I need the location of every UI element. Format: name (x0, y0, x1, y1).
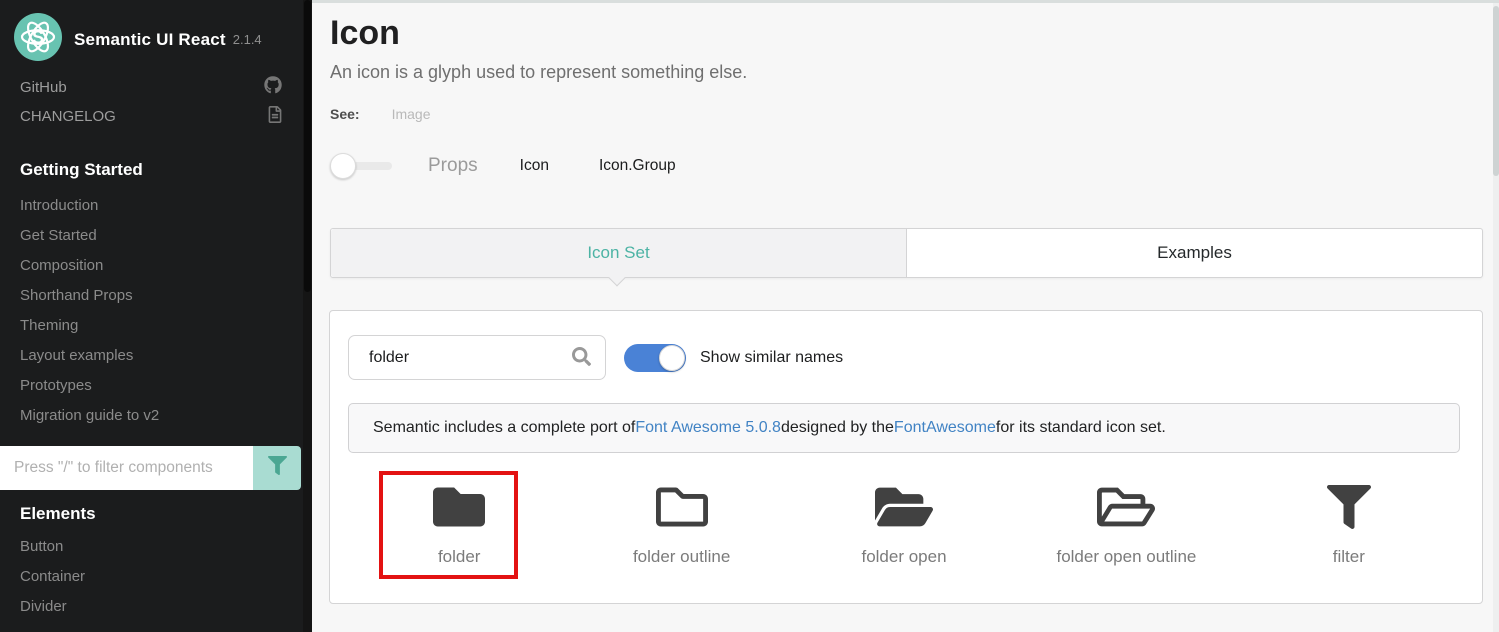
sidebar-item-divider[interactable]: Divider (20, 598, 67, 615)
sidebar-section-getting-started: Getting Started (20, 160, 143, 180)
component-menu-icon[interactable]: Icon (520, 157, 549, 175)
sidebar-item-button[interactable]: Button (20, 538, 63, 555)
sidebar-item-shorthand-props[interactable]: Shorthand Props (20, 287, 133, 304)
props-toggle[interactable] (330, 152, 394, 180)
search-icon (572, 347, 591, 371)
vertical-scrollbar[interactable] (1493, 3, 1499, 632)
show-similar-names-label: Show similar names (700, 349, 843, 367)
sidebar-item-prototypes[interactable]: Prototypes (20, 377, 92, 394)
component-menu-icon-group[interactable]: Icon.Group (599, 157, 676, 175)
filter-icon (1327, 481, 1371, 533)
icon-result-folder-open-outline[interactable]: folder open outline (1015, 463, 1237, 567)
sidebar-item-composition[interactable]: Composition (20, 257, 103, 274)
sidebar-item-introduction[interactable]: Introduction (20, 197, 98, 214)
fontawesome-org-link[interactable]: FontAwesome (894, 419, 996, 437)
sidebar-item-migration-guide[interactable]: Migration guide to v2 (20, 407, 159, 424)
svg-text:S: S (32, 28, 44, 48)
icon-search-input[interactable] (348, 335, 606, 380)
tab-icon-set[interactable]: Icon Set (331, 229, 907, 277)
show-similar-names-toggle[interactable] (624, 344, 686, 372)
component-filter-button[interactable] (253, 446, 301, 490)
props-row: Props Icon Icon.Group (330, 150, 676, 182)
icon-result-folder-outline[interactable]: folder outline (570, 463, 792, 567)
sidebar-scrollbar-thumb[interactable] (304, 0, 311, 292)
see-also-row: See: Image (330, 106, 431, 122)
vertical-scrollbar-thumb[interactable] (1493, 6, 1499, 176)
sidebar-item-container[interactable]: Container (20, 568, 85, 585)
icon-result-label: folder open (861, 547, 946, 567)
component-filter-input[interactable] (0, 446, 253, 490)
see-label: See: (330, 106, 360, 122)
brand-version: 2.1.4 (233, 32, 262, 47)
file-icon (268, 106, 282, 127)
icon-search-field (348, 335, 606, 380)
icon-set-panel: Show similar names Semantic includes a c… (329, 310, 1483, 604)
show-similar-names-toggle-knob[interactable] (659, 345, 685, 371)
sidebar-item-get-started[interactable]: Get Started (20, 227, 97, 244)
folder-outline-icon (656, 481, 708, 533)
icon-result-folder-open[interactable]: folder open (793, 463, 1015, 567)
github-link-label: GitHub (20, 79, 67, 96)
component-filter (0, 446, 301, 490)
folder-open-icon (875, 481, 933, 533)
page-title: Icon (330, 14, 400, 53)
red-highlight-annotation (379, 471, 518, 579)
icon-result-label: filter (1333, 547, 1365, 567)
sidebar-item-layout-examples[interactable]: Layout examples (20, 347, 133, 364)
props-toggle-knob[interactable] (330, 153, 356, 179)
message-text-after: for its standard icon set. (996, 419, 1166, 437)
sidebar-scrollbar[interactable] (303, 0, 312, 632)
font-awesome-message: Semantic includes a complete port of Fon… (348, 403, 1460, 453)
tab-bar: Icon Set Examples (330, 228, 1483, 278)
changelog-link-label: CHANGELOG (20, 108, 116, 125)
sidebar-link-changelog[interactable]: CHANGELOG (20, 106, 282, 127)
sidebar-section-elements: Elements (20, 504, 96, 524)
github-icon (264, 76, 282, 98)
font-awesome-version-link[interactable]: Font Awesome 5.0.8 (635, 419, 781, 437)
icon-result-label: folder open outline (1056, 547, 1196, 567)
see-link-image[interactable]: Image (392, 106, 431, 122)
horizontal-scrollbar[interactable] (312, 0, 1499, 3)
page-subtitle: An icon is a glyph used to represent som… (330, 62, 747, 83)
sidebar: S Semantic UI React 2.1.4 GitHub CHANGEL… (0, 0, 312, 632)
icon-result-filter[interactable]: filter (1238, 463, 1460, 567)
message-text-middle: designed by the (781, 419, 894, 437)
icon-search-row: Show similar names (348, 335, 843, 380)
icon-result-label: folder outline (633, 547, 730, 567)
message-text-before: Semantic includes a complete port of (373, 419, 635, 437)
sidebar-link-github[interactable]: GitHub (20, 76, 282, 98)
tab-examples[interactable]: Examples (907, 229, 1482, 277)
main-content: Icon An icon is a glyph used to represen… (312, 0, 1499, 632)
filter-icon (268, 456, 287, 480)
sidebar-item-theming[interactable]: Theming (20, 317, 78, 334)
props-toggle-label[interactable]: Props (428, 155, 478, 177)
semantic-ui-logo-icon: S (14, 13, 62, 66)
brand-link[interactable]: S Semantic UI React 2.1.4 (14, 13, 262, 66)
folder-open-outline-icon (1097, 481, 1155, 533)
brand-title: Semantic UI React (74, 30, 226, 50)
